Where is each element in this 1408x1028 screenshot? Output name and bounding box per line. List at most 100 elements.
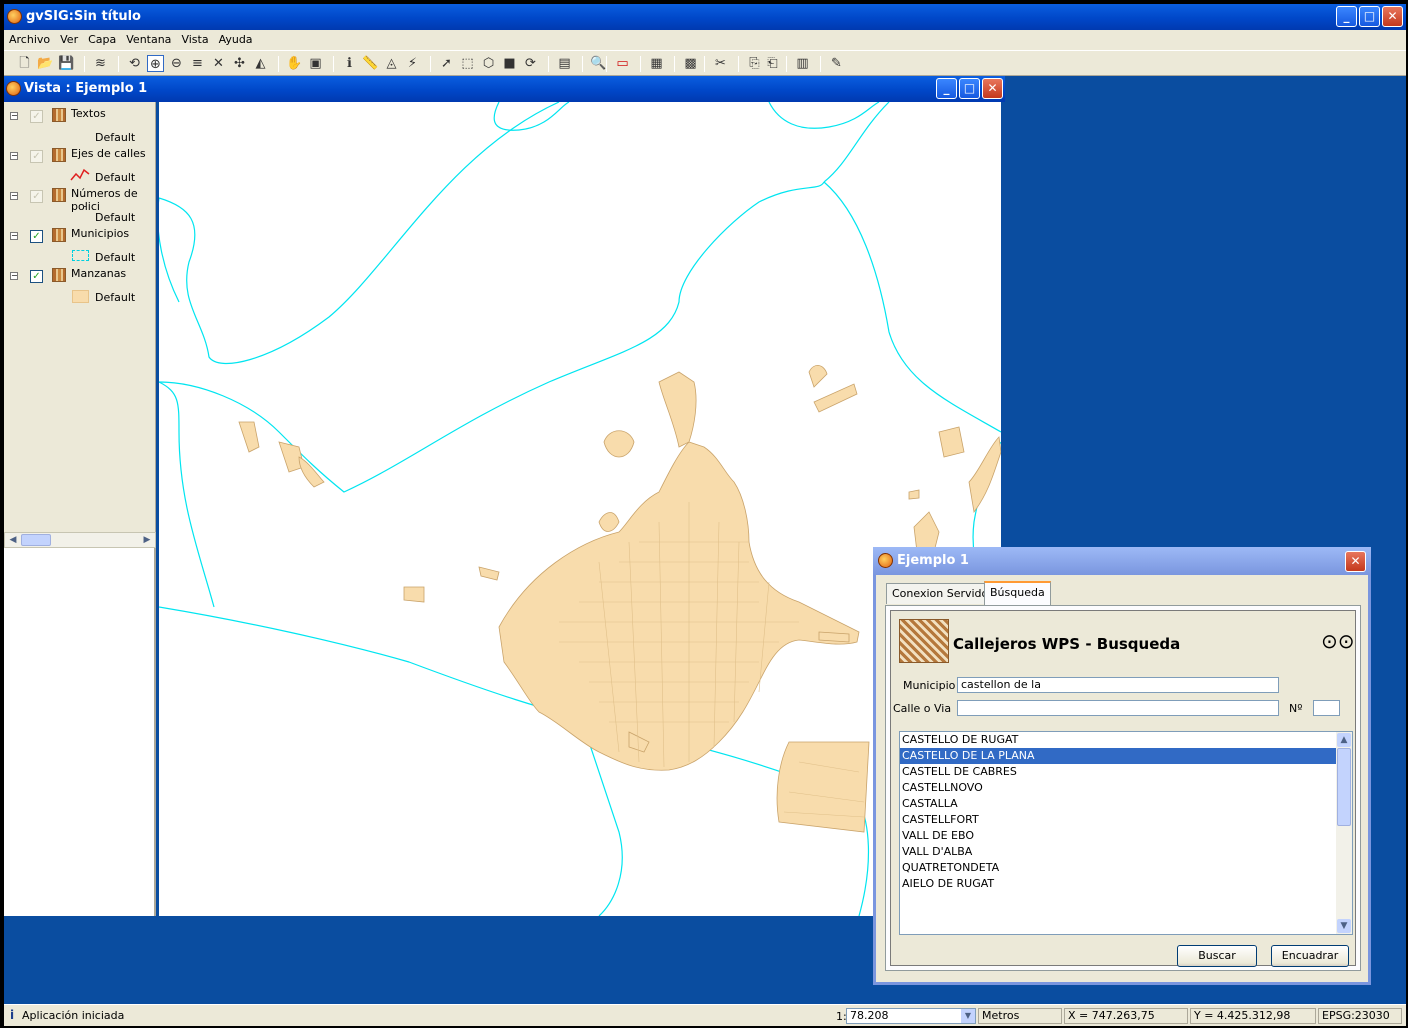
list-item[interactable]: VALL DE EBO bbox=[900, 828, 1352, 844]
zoom-select-icon[interactable]: ◭ bbox=[252, 55, 269, 72]
results-list[interactable]: CASTELLO DE RUGAT CASTELLO DE LA PLANA C… bbox=[899, 731, 1353, 935]
toolbar-separator bbox=[430, 56, 431, 72]
find-icon[interactable]: 🔍 bbox=[590, 55, 607, 72]
pan-hand-icon[interactable]: ✋ bbox=[286, 55, 303, 72]
layer-name-numeros[interactable]: Números de polici bbox=[71, 187, 155, 213]
save-icon[interactable]: 💾 bbox=[58, 55, 75, 72]
list-item[interactable]: CASTELL DE CABRES bbox=[900, 764, 1352, 780]
collapse-icon[interactable]: − bbox=[10, 152, 18, 160]
measure-distance-icon[interactable]: 📏 bbox=[362, 55, 379, 72]
scroll-left-icon[interactable]: ◀ bbox=[6, 533, 20, 547]
scroll-down-icon[interactable]: ▼ bbox=[1337, 919, 1351, 933]
copy-icon[interactable]: ⎘ bbox=[746, 55, 763, 72]
boundary-line bbox=[768, 102, 880, 129]
locator-map[interactable] bbox=[4, 548, 156, 916]
zoom-in-icon[interactable]: ⊕ bbox=[147, 55, 164, 72]
toolbar-separator bbox=[704, 56, 705, 72]
zoom-out-icon[interactable]: ⊖ bbox=[168, 55, 185, 72]
municipio-input[interactable]: castellon de la bbox=[957, 677, 1279, 693]
layer-name-textos[interactable]: Textos bbox=[71, 107, 106, 120]
zoom-full-icon[interactable]: ✕ bbox=[210, 55, 227, 72]
collapse-icon[interactable]: − bbox=[10, 192, 18, 200]
calle-input[interactable] bbox=[957, 700, 1279, 716]
layer-checkbox-numeros[interactable]: ✓ bbox=[30, 190, 43, 203]
info-status-icon: i bbox=[10, 1008, 15, 1022]
vista-maximize-button[interactable]: □ bbox=[959, 78, 980, 99]
dialog-close-button[interactable]: ✕ bbox=[1345, 551, 1366, 572]
hyperlink-icon[interactable]: ⚡ bbox=[404, 55, 421, 72]
scale-select[interactable]: 78.208 ▼ bbox=[846, 1008, 976, 1024]
layer-icon bbox=[52, 268, 66, 282]
scroll-thumb[interactable] bbox=[1337, 748, 1351, 826]
zoom-previous-icon[interactable]: ⟲ bbox=[126, 55, 143, 72]
list-item[interactable]: CASTELLFORT bbox=[900, 812, 1352, 828]
info-icon[interactable]: ℹ bbox=[341, 55, 358, 72]
collapse-icon[interactable]: − bbox=[10, 112, 18, 120]
toolbar-separator bbox=[640, 56, 641, 72]
open-folder-icon[interactable]: 📂 bbox=[37, 55, 54, 72]
vista-minimize-button[interactable]: _ bbox=[936, 78, 957, 99]
toolbar-separator bbox=[548, 56, 549, 72]
collapse-icon[interactable]: − bbox=[10, 232, 18, 240]
layer-checkbox-textos[interactable]: ✓ bbox=[30, 110, 43, 123]
rectangle-icon[interactable]: ▭ bbox=[614, 55, 631, 72]
collapse-icon[interactable]: − bbox=[10, 272, 18, 280]
scroll-right-icon[interactable]: ▶ bbox=[140, 533, 154, 547]
menu-vista[interactable]: Vista bbox=[176, 30, 213, 50]
close-button[interactable]: ✕ bbox=[1382, 6, 1403, 27]
add-layer-icon[interactable]: ≋ bbox=[92, 55, 109, 72]
layer-props-icon[interactable]: ▥ bbox=[794, 55, 811, 72]
graphic-icon[interactable]: ▤ bbox=[556, 55, 573, 72]
list-item[interactable]: CASTALLA bbox=[900, 796, 1352, 812]
zoom-extent-icon[interactable]: ✣ bbox=[231, 55, 248, 72]
menu-archivo[interactable]: Archivo bbox=[4, 30, 55, 50]
edit-icon[interactable]: ✎ bbox=[828, 55, 845, 72]
layer-name-manzanas[interactable]: Manzanas bbox=[71, 267, 126, 280]
scroll-thumb[interactable] bbox=[21, 534, 51, 546]
tools-icon[interactable]: ✂ bbox=[712, 55, 729, 72]
measure-area-icon[interactable]: ◬ bbox=[383, 55, 400, 72]
grid-icon[interactable]: ▩ bbox=[682, 55, 699, 72]
locator-icon[interactable]: ▣ bbox=[307, 55, 324, 72]
menu-ayuda[interactable]: Ayuda bbox=[214, 30, 258, 50]
menu-ventana[interactable]: Ventana bbox=[121, 30, 176, 50]
menu-capa[interactable]: Capa bbox=[83, 30, 121, 50]
scroll-up-icon[interactable]: ▲ bbox=[1337, 733, 1351, 747]
list-item-selected[interactable]: CASTELLO DE LA PLANA bbox=[900, 748, 1336, 764]
select-rectangle-icon[interactable]: ⬚ bbox=[459, 55, 476, 72]
layer-checkbox-ejes[interactable]: ✓ bbox=[30, 150, 43, 163]
layer-name-ejes[interactable]: Ejes de calles bbox=[71, 147, 146, 160]
chevron-down-icon[interactable]: ▼ bbox=[961, 1009, 975, 1023]
list-item[interactable]: QUATRETONDETA bbox=[900, 860, 1352, 876]
list-item[interactable]: AIELO DE RUGAT bbox=[900, 876, 1352, 892]
invert-selection-icon[interactable]: ⟳ bbox=[522, 55, 539, 72]
list-item[interactable]: CASTELLO DE RUGAT bbox=[900, 732, 1352, 748]
buscar-button[interactable]: Buscar bbox=[1177, 945, 1257, 967]
paste-icon[interactable]: ⎗ bbox=[764, 55, 781, 72]
layer-checkbox-manzanas[interactable]: ✓ bbox=[30, 270, 43, 283]
maximize-button[interactable]: □ bbox=[1359, 6, 1380, 27]
results-vertical-scrollbar[interactable]: ▲ ▼ bbox=[1336, 732, 1352, 934]
encuadrar-button[interactable]: Encuadrar bbox=[1271, 945, 1349, 967]
binoculars-icon[interactable]: ⊙⊙ bbox=[1321, 631, 1355, 651]
menu-ver[interactable]: Ver bbox=[55, 30, 83, 50]
new-file-icon[interactable]: 🗋 bbox=[16, 55, 33, 72]
select-pointer-icon[interactable]: ➚ bbox=[438, 55, 455, 72]
layer-checkbox-municipios[interactable]: ✓ bbox=[30, 230, 43, 243]
zoom-layer-icon[interactable]: ≡ bbox=[189, 55, 206, 72]
tab-conexion-servidor[interactable]: Conexion Servidor bbox=[886, 583, 999, 604]
scale-value: 78.208 bbox=[850, 1009, 889, 1022]
urban-block bbox=[818, 631, 850, 643]
select-polygon-icon[interactable]: ⬡ bbox=[480, 55, 497, 72]
select-layer-icon[interactable]: ■ bbox=[501, 55, 518, 72]
toc-horizontal-scrollbar[interactable]: ◀ ▶ bbox=[4, 532, 156, 548]
results-items: CASTELLO DE RUGAT CASTELLO DE LA PLANA C… bbox=[900, 732, 1352, 892]
numero-input[interactable] bbox=[1313, 700, 1340, 716]
minimize-button[interactable]: _ bbox=[1336, 6, 1357, 27]
vista-close-button[interactable]: ✕ bbox=[982, 78, 1003, 99]
table-icon[interactable]: ▦ bbox=[648, 55, 665, 72]
tab-busqueda[interactable]: Búsqueda bbox=[984, 581, 1051, 605]
list-item[interactable]: CASTELLNOVO bbox=[900, 780, 1352, 796]
layer-name-municipios[interactable]: Municipios bbox=[71, 227, 129, 240]
list-item[interactable]: VALL D'ALBA bbox=[900, 844, 1352, 860]
